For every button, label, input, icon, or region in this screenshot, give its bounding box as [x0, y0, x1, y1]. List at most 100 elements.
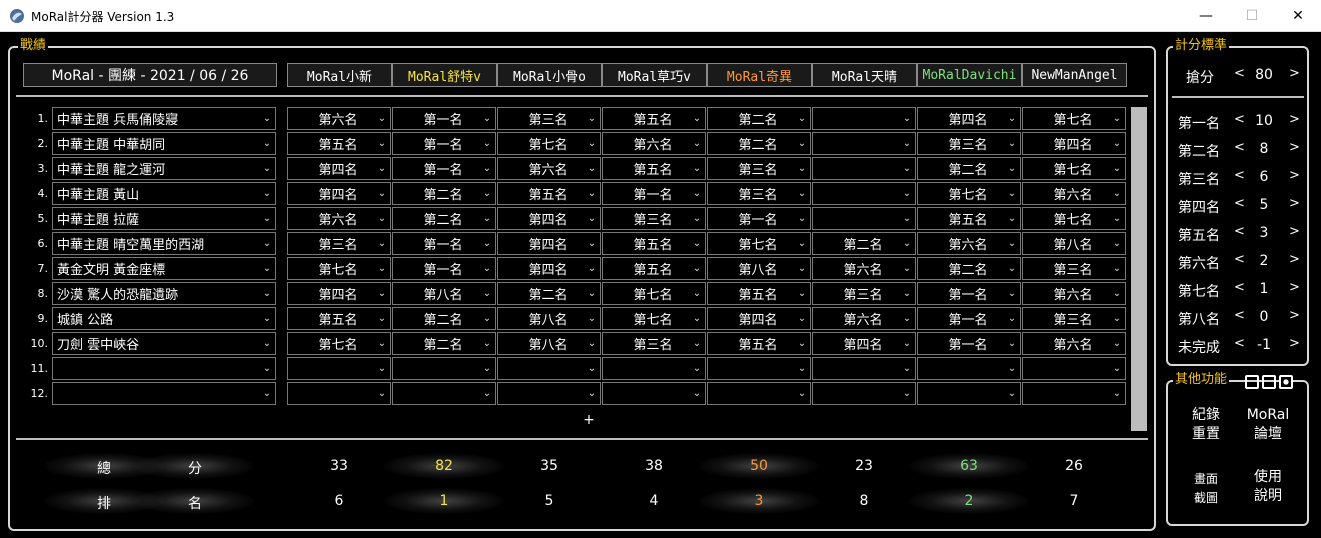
rank-select[interactable]: 第五名 ⌄	[917, 207, 1021, 230]
player-name-8[interactable]: NewManAngel	[1022, 63, 1127, 87]
increase-button[interactable]: >	[1289, 112, 1300, 127]
map-select[interactable]: 中華主題 中華胡同 ⌄	[52, 132, 276, 155]
rank-select[interactable]: 第二名 ⌄	[392, 332, 496, 355]
rank-select[interactable]: 第五名 ⌄	[602, 232, 706, 255]
rank-select[interactable]: 第六名 ⌄	[1022, 332, 1126, 355]
rank-select[interactable]: 第七名 ⌄	[1022, 107, 1126, 130]
rank-select[interactable]: 第二名 ⌄	[392, 307, 496, 330]
rank-select[interactable]: 第一名 ⌄	[392, 107, 496, 130]
rank-select[interactable]: 第三名 ⌄	[707, 157, 811, 180]
rank-select[interactable]: 第七名 ⌄	[602, 282, 706, 305]
increase-button[interactable]: >	[1289, 168, 1300, 183]
rank-select[interactable]: 第三名 ⌄	[917, 132, 1021, 155]
rank-select[interactable]: 第七名 ⌄	[602, 307, 706, 330]
rank-select[interactable]: ⌄	[497, 382, 601, 405]
rank-select[interactable]: ⌄	[812, 132, 916, 155]
rank-select[interactable]: 第六名 ⌄	[812, 257, 916, 280]
decrease-button[interactable]: <	[1234, 140, 1245, 155]
rank-select[interactable]: 第八名 ⌄	[707, 257, 811, 280]
window-mode-icon[interactable]	[1245, 375, 1259, 389]
rank-select[interactable]: 第八名 ⌄	[497, 307, 601, 330]
rank-select[interactable]: 第五名 ⌄	[602, 157, 706, 180]
player-name-7[interactable]: MoRalDavichi	[917, 63, 1022, 87]
rank-select[interactable]: 第一名 ⌄	[917, 307, 1021, 330]
rank-select[interactable]: 第五名 ⌄	[497, 182, 601, 205]
rank-select[interactable]: 第一名 ⌄	[707, 207, 811, 230]
rank-select[interactable]: 第四名 ⌄	[917, 107, 1021, 130]
rank-select[interactable]: ⌄	[917, 357, 1021, 380]
increase-button[interactable]: >	[1289, 224, 1300, 239]
map-select[interactable]: 中華主題 兵馬俑陵寢 ⌄	[52, 107, 276, 130]
rank-select[interactable]: 第八名 ⌄	[497, 332, 601, 355]
increase-button[interactable]: >	[1289, 308, 1300, 323]
increase-button[interactable]: >	[1289, 280, 1300, 295]
rank-select[interactable]: 第七名 ⌄	[917, 182, 1021, 205]
screenshot-button[interactable]: 畫面 截圖	[1181, 470, 1231, 508]
rank-select[interactable]: 第三名 ⌄	[602, 207, 706, 230]
rank-select[interactable]: 第二名 ⌄	[812, 232, 916, 255]
rank-select[interactable]: 第四名 ⌄	[497, 232, 601, 255]
close-button[interactable]: ✕	[1275, 0, 1321, 32]
rank-select[interactable]: 第二名 ⌄	[917, 257, 1021, 280]
map-select[interactable]: 中華主題 拉薩 ⌄	[52, 207, 276, 230]
rank-select[interactable]: 第六名 ⌄	[1022, 282, 1126, 305]
decrease-button[interactable]: <	[1234, 252, 1245, 267]
rank-select[interactable]: ⌄	[602, 357, 706, 380]
rank-select[interactable]: 第四名 ⌄	[1022, 132, 1126, 155]
rank-select[interactable]: 第三名 ⌄	[812, 282, 916, 305]
rank-select[interactable]: 第三名 ⌄	[497, 107, 601, 130]
rank-select[interactable]: 第四名 ⌄	[497, 207, 601, 230]
rank-select[interactable]: 第五名 ⌄	[602, 257, 706, 280]
decrease-button[interactable]: <	[1234, 196, 1245, 211]
increase-button[interactable]: >	[1289, 196, 1300, 211]
player-name-1[interactable]: MoRal小新	[287, 63, 392, 87]
rank-select[interactable]: 第七名 ⌄	[1022, 157, 1126, 180]
rank-select[interactable]: 第三名 ⌄	[1022, 307, 1126, 330]
scrollbar[interactable]	[1131, 107, 1147, 431]
add-row-button[interactable]: +	[581, 412, 597, 428]
rank-select[interactable]: ⌄	[287, 357, 391, 380]
map-select[interactable]: 城鎮 公路 ⌄	[52, 307, 276, 330]
rank-select[interactable]: 第五名 ⌄	[707, 332, 811, 355]
reset-records-button[interactable]: 紀錄 重置	[1181, 406, 1231, 444]
rank-select[interactable]: ⌄	[392, 357, 496, 380]
rank-select[interactable]: 第六名 ⌄	[812, 307, 916, 330]
player-name-3[interactable]: MoRal小骨o	[497, 63, 602, 87]
rank-select[interactable]: 第六名 ⌄	[917, 232, 1021, 255]
rank-select[interactable]: ⌄	[707, 357, 811, 380]
rank-select[interactable]: 第三名 ⌄	[602, 332, 706, 355]
maximize-button[interactable]: ☐	[1229, 0, 1275, 32]
rank-select[interactable]: 第八名 ⌄	[392, 282, 496, 305]
rank-select[interactable]: 第一名 ⌄	[392, 232, 496, 255]
increase-button[interactable]: >	[1289, 336, 1300, 351]
rank-select[interactable]: 第二名 ⌄	[392, 207, 496, 230]
window-mode-icon[interactable]	[1262, 375, 1276, 389]
rank-select[interactable]: 第一名 ⌄	[917, 332, 1021, 355]
player-name-6[interactable]: MoRal天晴	[812, 63, 917, 87]
rank-select[interactable]: 第七名 ⌄	[707, 232, 811, 255]
rank-select[interactable]: 第四名 ⌄	[812, 332, 916, 355]
rank-select[interactable]: 第六名 ⌄	[1022, 182, 1126, 205]
rank-select[interactable]: 第四名 ⌄	[287, 157, 391, 180]
rank-select[interactable]: 第一名 ⌄	[392, 132, 496, 155]
rank-select[interactable]: ⌄	[812, 157, 916, 180]
rank-select[interactable]: 第二名 ⌄	[707, 132, 811, 155]
map-select[interactable]: 刀劍 雲中峽谷 ⌄	[52, 332, 276, 355]
increase-button[interactable]: >	[1289, 252, 1300, 267]
rank-select[interactable]: 第七名 ⌄	[287, 332, 391, 355]
player-name-2[interactable]: MoRal舒特v	[392, 63, 497, 87]
rank-select[interactable]: 第四名 ⌄	[707, 307, 811, 330]
rank-select[interactable]: 第四名 ⌄	[287, 282, 391, 305]
window-mode-icon[interactable]	[1279, 375, 1293, 389]
map-select[interactable]: 中華主題 黃山 ⌄	[52, 182, 276, 205]
rank-select[interactable]: 第七名 ⌄	[497, 132, 601, 155]
increase-button[interactable]: >	[1289, 66, 1300, 81]
decrease-button[interactable]: <	[1234, 336, 1245, 351]
rank-select[interactable]: 第六名 ⌄	[497, 157, 601, 180]
player-name-4[interactable]: MoRal草巧v	[602, 63, 707, 87]
decrease-button[interactable]: <	[1234, 66, 1245, 81]
rank-select[interactable]: 第一名 ⌄	[602, 182, 706, 205]
rank-select[interactable]: 第三名 ⌄	[707, 182, 811, 205]
rank-select[interactable]: 第二名 ⌄	[917, 157, 1021, 180]
rank-select[interactable]: 第五名 ⌄	[602, 107, 706, 130]
